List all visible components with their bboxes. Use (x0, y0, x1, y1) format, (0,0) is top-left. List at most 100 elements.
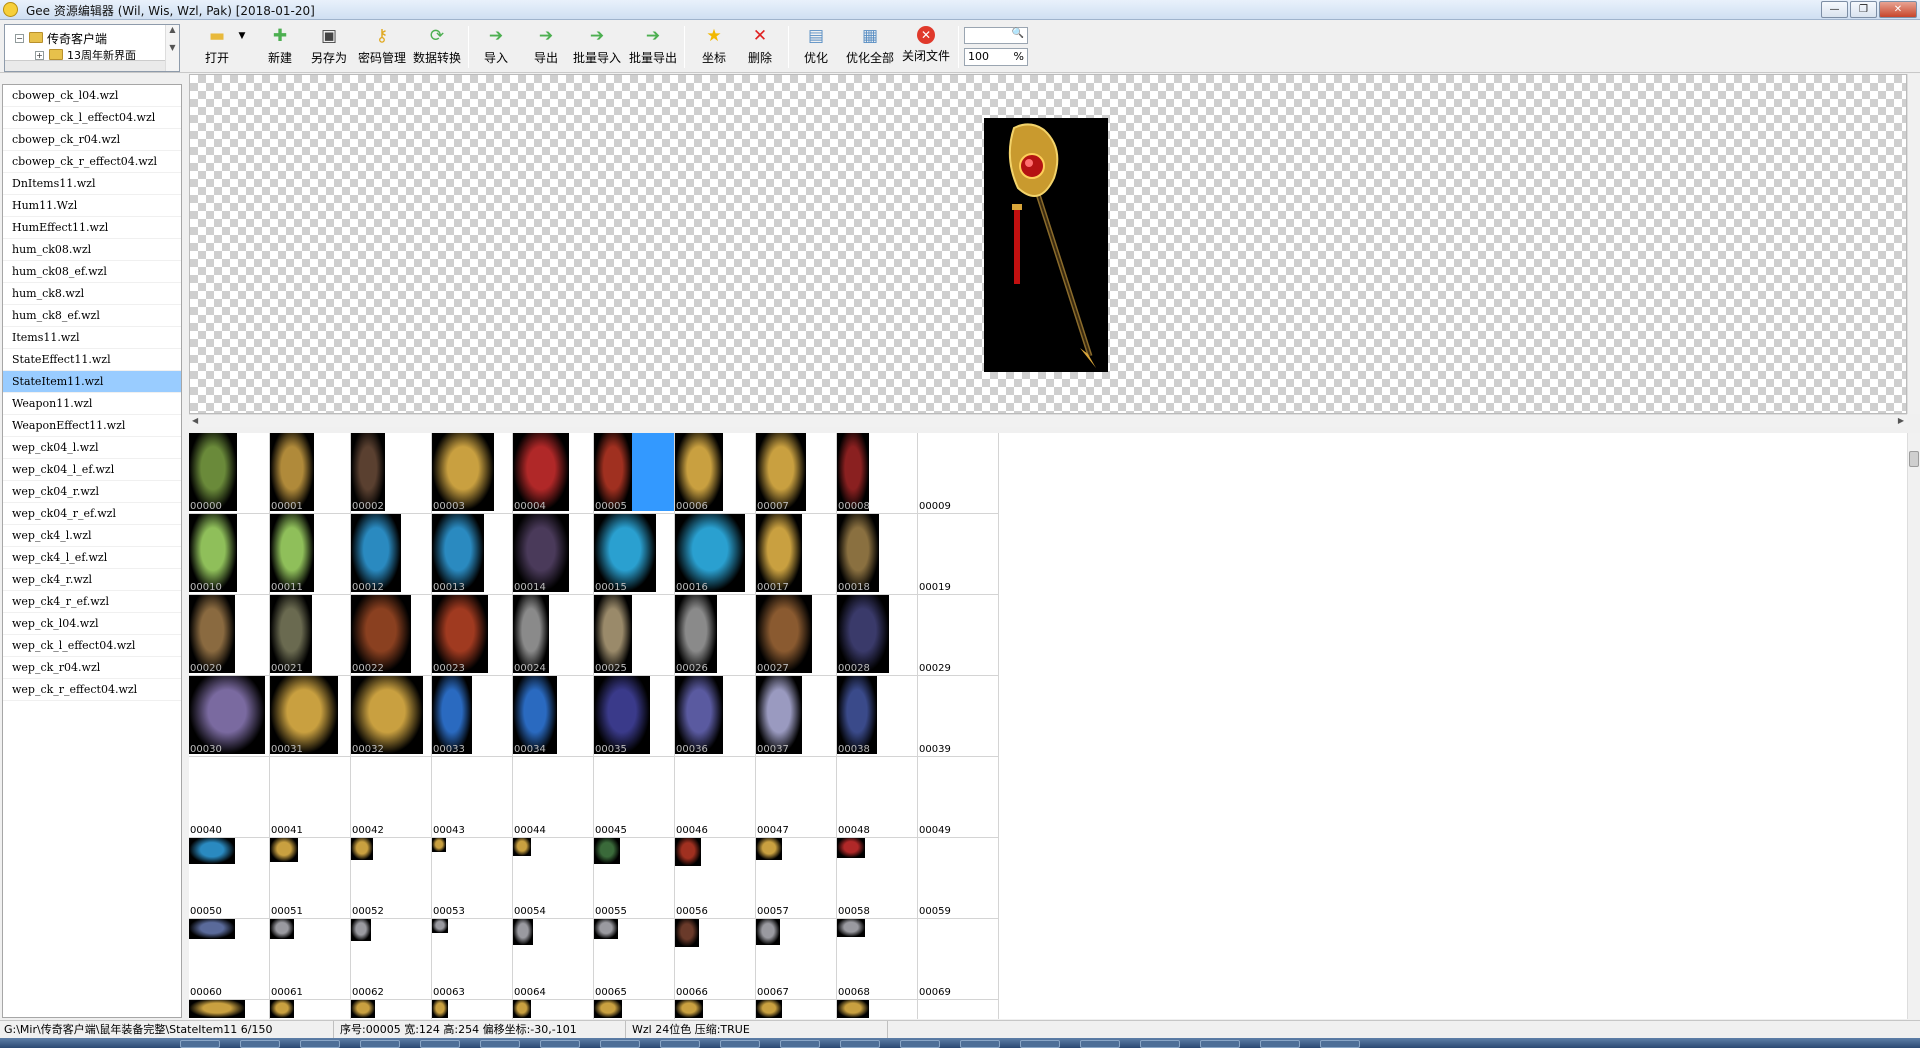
thumbnail-cell[interactable]: 00052 (351, 838, 432, 919)
file-list-item[interactable]: wep_ck04_l.wzl (3, 437, 181, 459)
thumbnail-cell[interactable]: 00072 (351, 1000, 432, 1019)
file-list-item[interactable]: wep_ck_r_effect04.wzl (3, 679, 181, 701)
thumbnail-cell[interactable]: 00022 (351, 595, 432, 676)
thumbnail-cell[interactable]: 00045 (594, 757, 675, 838)
thumbnail-cell[interactable]: 00043 (432, 757, 513, 838)
taskbar-app-button[interactable] (720, 1040, 760, 1048)
thumbnail-cell[interactable]: 00010 (189, 514, 270, 595)
batch-import-button[interactable]: ➔ 批量导入 (572, 24, 622, 70)
thumbnail-cell[interactable]: 00034 (513, 676, 594, 757)
taskbar-app-button[interactable] (240, 1040, 280, 1048)
thumbnail-cell[interactable]: 00032 (351, 676, 432, 757)
thumbnail-cell[interactable]: 00026 (675, 595, 756, 676)
file-list-item[interactable]: hum_ck08.wzl (3, 239, 181, 261)
thumbnail-cell[interactable]: 00060 (189, 919, 270, 1000)
thumbnail-cell[interactable]: 00067 (756, 919, 837, 1000)
minimize-button[interactable]: — (1821, 1, 1848, 18)
taskbar-app-button[interactable] (300, 1040, 340, 1048)
thumbnail-cell[interactable]: 00042 (351, 757, 432, 838)
file-list-item[interactable]: Weapon11.wzl (3, 393, 181, 415)
tree-vertical-scrollbar[interactable]: ▲ ▼ (165, 25, 179, 71)
file-list-item[interactable]: wep_ck04_r.wzl (3, 481, 181, 503)
file-list-item[interactable]: cbowep_ck_l_effect04.wzl (3, 107, 181, 129)
folder-tree[interactable]: − 传奇客户端 + 13周年新界面 ▲ ▼ (4, 24, 180, 72)
file-list-item[interactable]: HumEffect11.wzl (3, 217, 181, 239)
thumbnail-cell[interactable]: 00057 (756, 838, 837, 919)
file-list[interactable]: cbowep_ck_l04.wzl cbowep_ck_l_effect04.wz… (2, 84, 182, 1018)
file-list-item[interactable]: Items11.wzl (3, 327, 181, 349)
thumbnail-cell[interactable]: 00040 (189, 757, 270, 838)
thumbnail-cell[interactable]: 00054 (513, 838, 594, 919)
thumbnail-cell[interactable]: 00004 (513, 433, 594, 514)
thumbnail-cell[interactable]: 00035 (594, 676, 675, 757)
close-window-button[interactable]: ✕ (1879, 1, 1917, 18)
taskbar-app-button[interactable] (1020, 1040, 1060, 1048)
taskbar-app-button[interactable] (960, 1040, 1000, 1048)
file-list-item[interactable]: wep_ck4_r_ef.wzl (3, 591, 181, 613)
thumbnail-cell[interactable]: 00030 (189, 676, 270, 757)
taskbar-app-button[interactable] (420, 1040, 460, 1048)
thumbnail-cell[interactable]: 00041 (270, 757, 351, 838)
thumbnail-cell[interactable]: 00058 (837, 838, 918, 919)
file-list-item[interactable]: cbowep_ck_r04.wzl (3, 129, 181, 151)
thumbnail-cell[interactable]: 00065 (594, 919, 675, 1000)
taskbar-app-button[interactable] (1320, 1040, 1360, 1048)
thumbnail-cell[interactable]: 00069 (918, 919, 999, 1000)
file-list-item[interactable]: wep_ck4_l_ef.wzl (3, 547, 181, 569)
thumbnail-cell[interactable]: 00044 (513, 757, 594, 838)
file-list-item[interactable]: cbowep_ck_l04.wzl (3, 85, 181, 107)
taskbar-app-button[interactable] (540, 1040, 580, 1048)
file-list-item[interactable]: hum_ck8.wzl (3, 283, 181, 305)
thumbnail-cell[interactable]: 00000 (189, 433, 270, 514)
taskbar-app-button[interactable] (840, 1040, 880, 1048)
open-dropdown-button[interactable]: ▼ (236, 24, 248, 70)
taskbar-app-button[interactable] (660, 1040, 700, 1048)
thumbnail-cell[interactable]: 00038 (837, 676, 918, 757)
thumbnail-cell[interactable]: 00053 (432, 838, 513, 919)
thumbnail-cell[interactable]: 00062 (351, 919, 432, 1000)
thumbnail-cell[interactable]: 00077 (756, 1000, 837, 1019)
thumbnail-cell[interactable]: 00068 (837, 919, 918, 1000)
thumbnail-cell[interactable]: 00078 (837, 1000, 918, 1019)
thumbnail-cell[interactable]: 00079 (918, 1000, 999, 1019)
thumbnail-cell[interactable]: 00049 (918, 757, 999, 838)
file-list-item[interactable]: WeaponEffect11.wzl (3, 415, 181, 437)
thumbnail-cell[interactable]: 00037 (756, 676, 837, 757)
thumbnail-cell[interactable]: 00011 (270, 514, 351, 595)
scroll-thumb[interactable] (1909, 451, 1919, 467)
delete-button[interactable]: ✕ 删除 (742, 24, 778, 70)
thumbnail-cell[interactable]: 00019 (918, 514, 999, 595)
thumbnail-cell[interactable]: 00018 (837, 514, 918, 595)
thumbnail-cell[interactable]: 00024 (513, 595, 594, 676)
thumbnail-cell[interactable]: 00036 (675, 676, 756, 757)
thumbnail-cell[interactable]: 00012 (351, 514, 432, 595)
collapse-icon[interactable]: − (15, 34, 24, 43)
thumbnail-cell[interactable]: 00074 (513, 1000, 594, 1019)
thumbnail-cell[interactable]: 00048 (837, 757, 918, 838)
thumbnail-cell[interactable]: 00008 (837, 433, 918, 514)
thumbnail-cell[interactable]: 00013 (432, 514, 513, 595)
file-list-item[interactable]: StateEffect11.wzl (3, 349, 181, 371)
thumbnail-grid[interactable]: 00000 00001 00002 00003 00004 00005 00006 00007… (189, 433, 1907, 1019)
thumbnail-cell[interactable]: 00051 (270, 838, 351, 919)
thumbnail-cell[interactable]: 00025 (594, 595, 675, 676)
thumbnail-cell[interactable]: 00009 (918, 433, 999, 514)
thumbnail-cell[interactable]: 00075 (594, 1000, 675, 1019)
thumbnail-cell[interactable]: 00007 (756, 433, 837, 514)
thumbnail-cell[interactable]: 00039 (918, 676, 999, 757)
thumbnail-cell[interactable]: 00061 (270, 919, 351, 1000)
taskbar-app-button[interactable] (1200, 1040, 1240, 1048)
file-list-item[interactable]: Hum11.Wzl (3, 195, 181, 217)
thumbnail-cell[interactable]: 00071 (270, 1000, 351, 1019)
file-list-item[interactable]: StateItem11.wzl (3, 371, 181, 393)
thumbnail-cell[interactable]: 00076 (675, 1000, 756, 1019)
thumbnail-cell[interactable]: 00070 (189, 1000, 270, 1019)
thumbnail-cell[interactable]: 00050 (189, 838, 270, 919)
thumbnail-cell[interactable]: 00015 (594, 514, 675, 595)
thumbnail-cell[interactable]: 00016 (675, 514, 756, 595)
optimize-button[interactable]: ▤ 优化 (798, 24, 834, 70)
batch-export-button[interactable]: ➔ 批量导出 (628, 24, 678, 70)
thumbnail-cell[interactable]: 00063 (432, 919, 513, 1000)
password-manager-button[interactable]: ⚷ 密码管理 (356, 24, 408, 70)
file-list-item[interactable]: wep_ck_r04.wzl (3, 657, 181, 679)
